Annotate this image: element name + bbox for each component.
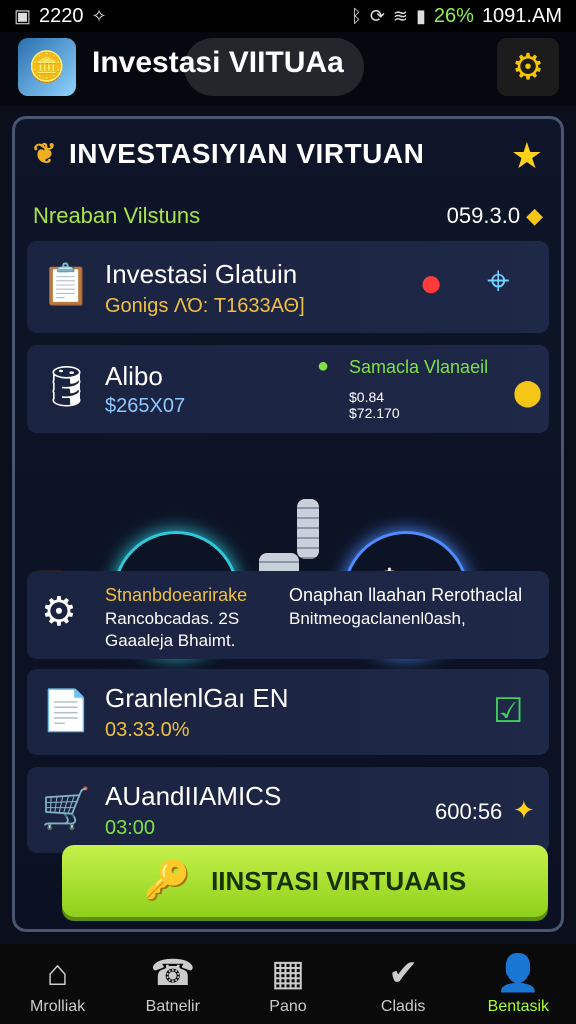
card-title: Stnanbdoearirake — [105, 585, 248, 605]
check-box-icon[interactable]: ☑ — [493, 691, 523, 731]
home-icon: ⌂ — [46, 952, 69, 993]
card-subtitle: $265X07 — [105, 395, 186, 417]
sync-icon: ⟳ — [369, 5, 385, 26]
info-card[interactable]: ⚙ Stnanbdoearirake Rancobcadas. 2S Gaaal… — [27, 571, 549, 659]
balance-row: Nreaban Vilstuns 059.3.0 ◆ — [33, 203, 543, 229]
invest-virtual-button[interactable]: 🔑 IINSTASI VIRTUAAIS — [62, 845, 548, 917]
app-bar: 🪙 Investasi VIITUAa ⚙ — [0, 32, 576, 106]
database-icon: 🛢 — [41, 365, 92, 409]
battery-level: 26% — [433, 4, 474, 27]
investment-card[interactable]: 📋 Investasi Glatuin Gonigs ΛΌ: T1633ΑΘ] … — [27, 241, 549, 333]
signal-bars-icon: ▮ — [416, 5, 426, 26]
right-title: Samacla Vlanaeil — [349, 357, 489, 377]
main-panel: ❦ INVESTASIYIAN VIRTUAN ★ Nreaban Vilstun… — [12, 116, 564, 932]
status-bar: ▣ 2220 ✧ ᛒ ⟳ ≋ ▮ 26% 1091.AM — [0, 0, 576, 32]
card-title: AUandIIAMICS — [105, 781, 282, 811]
gallery-icon: ▣ — [14, 5, 32, 26]
coin-icon: ⬤ — [513, 377, 543, 407]
card-subtitle: 03:00 — [105, 817, 156, 839]
balance-value: 059.3.0 — [446, 203, 521, 228]
calendar-icon: ▦ — [270, 952, 305, 993]
card-right-line: Bnitmeogaclanenl0ash, — [289, 609, 466, 628]
star-icon: ★ — [510, 135, 543, 176]
balance-label: Nreaban Vilstuns — [33, 203, 201, 228]
nav-item-home[interactable]: ⌂ Mrolliak — [3, 952, 113, 1016]
card-line: Rancobcadas. 2S — [105, 609, 240, 628]
coins-logo-icon[interactable]: 🪙 — [18, 38, 76, 96]
card-right-value: 600:56 — [435, 799, 503, 824]
cart-icon: 🛒 — [41, 787, 91, 831]
panel-title-row: ❦ INVESTASIYIAN VIRTUAN — [33, 137, 424, 170]
key-icon: 🔑 — [143, 860, 192, 902]
gear-icon: ⚙ — [511, 46, 545, 87]
card-line: Gaaaleja Bhaimt. — [105, 631, 236, 650]
signal-icon: ✧ — [91, 5, 107, 26]
card-subtitle: 03.33.0% — [105, 719, 190, 741]
chart-board-icon: 📋 — [41, 263, 91, 307]
bluetooth-icon: ᛒ — [351, 5, 362, 26]
location-pin-icon[interactable]: ● — [419, 261, 443, 306]
card-right-title: Onaphan llaahan Rerothaclal — [289, 585, 523, 605]
right-line: $72.170 — [349, 405, 400, 421]
card-title: Alibo — [105, 361, 163, 391]
guarantee-card[interactable]: 📄 GranlenlGaı EN 03.33.0% ☑ — [27, 669, 549, 755]
nav-item-check[interactable]: ✔ Cladis — [348, 952, 458, 1016]
card-subtitle: Gonigs ΛΌ: T1633ΑΘ] — [105, 295, 305, 317]
right-line: $0.84 — [349, 389, 385, 405]
bottom-nav: ⌂ Mrolliak ☎ Batnelir ▦ Pano ✔ Cladis 👤 … — [0, 944, 576, 1024]
panel-title: INVESTASIYIAN VIRTUAN — [68, 138, 425, 169]
app-title: Investasi VIITUAa — [92, 46, 344, 79]
gem-icon: ◆ — [526, 203, 543, 228]
user-icon: 👤 — [495, 952, 541, 993]
settings-button[interactable]: ⚙ — [497, 38, 559, 96]
nav-label: Bentasik — [487, 998, 550, 1015]
cta-label: IINSTASI VIRTUAAIS — [211, 865, 467, 896]
pointer-icon[interactable]: ⌖ — [487, 259, 510, 304]
leaf-icon: ❦ — [33, 138, 57, 169]
document-icon: 📄 — [41, 689, 91, 733]
coin-stack-small-icon — [297, 499, 319, 559]
nav-label: Cladis — [380, 998, 426, 1015]
nav-item-phone[interactable]: ☎ Batnelir — [118, 952, 228, 1016]
favorite-button[interactable]: ★ — [511, 135, 543, 177]
card-title: GranlenlGaı EN — [105, 683, 289, 713]
card-title: Investasi Glatuin — [105, 259, 298, 289]
star-icon: ✦ — [513, 795, 535, 825]
nav-label: Mrolliak — [30, 998, 86, 1015]
nav-label: Pano — [269, 998, 307, 1015]
alibo-card[interactable]: 🛢 Alibo $265X07 ● Samacla Vlanaeil $0.84… — [27, 345, 549, 433]
nav-label: Batnelir — [145, 998, 200, 1015]
gear-money-icon: ⚙ — [41, 590, 77, 634]
status-left-time: 2220 — [39, 4, 84, 27]
chat-icon: ● — [317, 355, 330, 377]
nav-item-calendar[interactable]: ▦ Pano — [233, 952, 343, 1016]
nav-item-user[interactable]: 👤 Bentasik — [463, 952, 573, 1016]
analytics-card[interactable]: 🛒 AUandIIAMICS 03:00 600:56 ✦ — [27, 767, 549, 853]
status-time: 1091.AM — [481, 4, 562, 27]
phone-icon: ☎ — [150, 952, 196, 993]
check-icon: ✔ — [388, 952, 419, 993]
wifi-icon: ≋ — [392, 5, 408, 26]
